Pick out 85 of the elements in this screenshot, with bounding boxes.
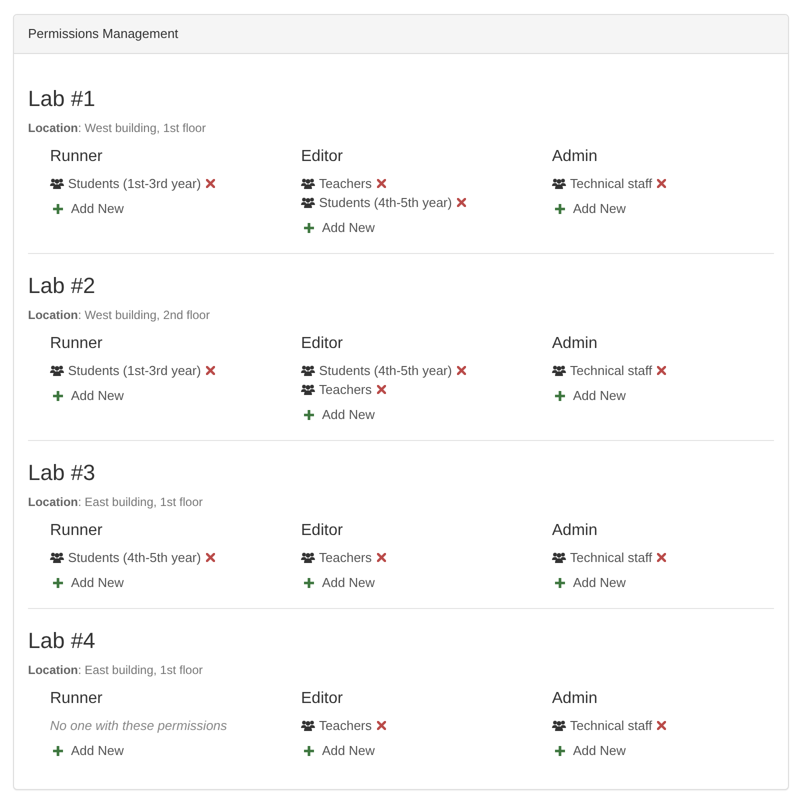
cross-icon[interactable]	[206, 179, 215, 188]
lab-title: Lab #4	[28, 629, 96, 653]
role-heading: Editor	[301, 689, 343, 708]
group-name: Students (1st-3rd year)	[68, 362, 201, 380]
add-new-link[interactable]: Add New	[552, 199, 626, 218]
plus-icon	[555, 746, 565, 756]
group-name: Technical staff	[570, 175, 652, 193]
cross-icon[interactable]	[206, 366, 215, 375]
plus-icon	[555, 578, 565, 588]
people-icon	[50, 365, 64, 376]
plus-icon	[304, 578, 314, 588]
cross-icon[interactable]	[206, 553, 215, 562]
role-heading: Admin	[552, 334, 598, 353]
role-heading: Runner	[50, 689, 102, 708]
group-name: Students (4th-5th year)	[319, 194, 452, 212]
add-new-link[interactable]: Add New	[50, 386, 124, 405]
people-icon	[301, 178, 315, 189]
group-name: Students (1st-3rd year)	[68, 175, 201, 193]
cross-icon[interactable]	[376, 721, 386, 730]
role-heading: Runner	[50, 334, 102, 353]
role-heading: Runner	[50, 521, 102, 540]
plus-icon	[555, 390, 565, 400]
people-icon	[301, 365, 315, 376]
cross-icon[interactable]	[657, 553, 666, 562]
add-new-link[interactable]: Add New	[552, 386, 626, 405]
plus-icon	[53, 746, 63, 756]
plus-icon	[304, 222, 314, 232]
group-name: Students (4th-5th year)	[319, 362, 452, 380]
cross-icon[interactable]	[376, 385, 386, 394]
group-name: Teachers	[319, 381, 372, 399]
location-text: Location: West building, 1st floor	[28, 120, 207, 137]
plus-icon	[304, 746, 314, 756]
add-new-link[interactable]: Add New	[552, 741, 626, 760]
plus-icon	[555, 204, 565, 214]
panel-title: Permissions Management	[28, 26, 178, 41]
cross-icon[interactable]	[376, 179, 386, 188]
add-new-link[interactable]: Add New	[50, 573, 124, 592]
role-heading: Admin	[552, 689, 598, 708]
people-icon	[552, 178, 566, 189]
lab-title: Lab #3	[28, 461, 96, 485]
lab-title: Lab #2	[28, 274, 96, 298]
add-new-link[interactable]: Add New	[301, 573, 375, 592]
plus-icon	[304, 410, 314, 420]
people-icon	[301, 384, 315, 395]
group-name: Students (4th-5th year)	[68, 549, 201, 567]
plus-icon	[53, 204, 63, 214]
cross-icon[interactable]	[456, 366, 466, 375]
role-heading: Runner	[50, 147, 102, 166]
people-icon	[301, 720, 315, 731]
group-name: Teachers	[319, 175, 372, 193]
location-text: Location: West building, 2nd floor	[28, 307, 211, 324]
role-heading: Editor	[301, 521, 343, 540]
role-heading: Admin	[552, 521, 598, 540]
add-new-link[interactable]: Add New	[552, 573, 626, 592]
cross-icon[interactable]	[376, 553, 386, 562]
cross-icon[interactable]	[456, 198, 466, 207]
add-new-link[interactable]: Add New	[301, 218, 375, 237]
group-name: Technical staff	[570, 362, 652, 380]
people-icon	[50, 552, 64, 563]
people-icon	[552, 552, 566, 563]
location-text: Location: East building, 1st floor	[28, 662, 204, 679]
role-heading: Editor	[301, 334, 343, 353]
cross-icon[interactable]	[657, 179, 666, 188]
add-new-link[interactable]: Add New	[50, 741, 124, 760]
plus-icon	[53, 390, 63, 400]
location-text: Location: East building, 1st floor	[28, 494, 204, 511]
empty-note: No one with these permissions	[50, 717, 228, 735]
cross-icon[interactable]	[657, 721, 666, 730]
people-icon	[552, 365, 566, 376]
role-heading: Editor	[301, 147, 343, 166]
people-icon	[301, 197, 315, 208]
plus-icon	[53, 578, 63, 588]
group-name: Teachers	[319, 549, 372, 567]
group-name: Technical staff	[570, 549, 652, 567]
cross-icon[interactable]	[657, 366, 666, 375]
people-icon	[50, 178, 64, 189]
role-heading: Admin	[552, 147, 598, 166]
add-new-link[interactable]: Add New	[301, 405, 375, 424]
add-new-link[interactable]: Add New	[50, 199, 124, 218]
group-name: Technical staff	[570, 717, 652, 735]
people-icon	[552, 720, 566, 731]
lab-title: Lab #1	[28, 87, 96, 111]
people-icon	[301, 552, 315, 563]
group-name: Teachers	[319, 717, 372, 735]
add-new-link[interactable]: Add New	[301, 741, 375, 760]
